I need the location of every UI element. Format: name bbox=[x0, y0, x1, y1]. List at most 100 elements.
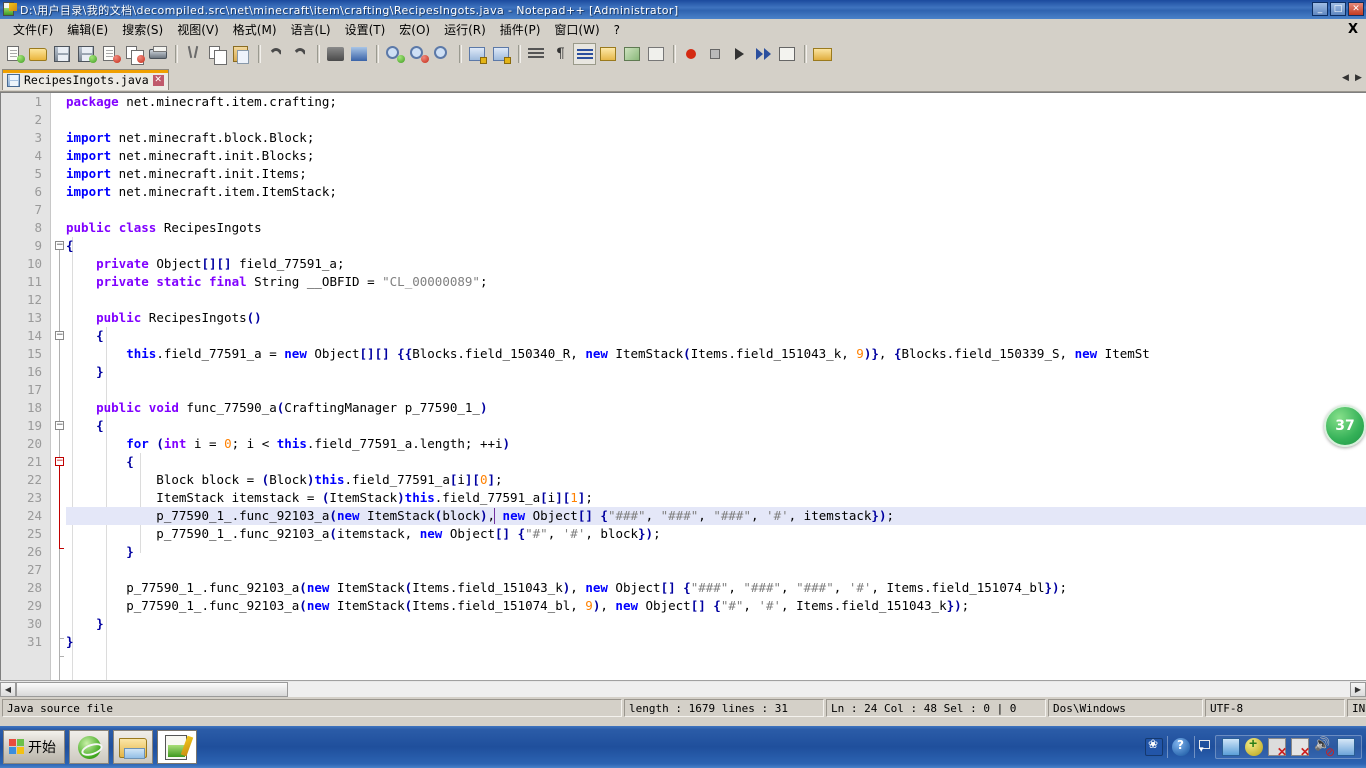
menu-item-macro[interactable]: 宏(O) bbox=[392, 19, 437, 40]
tab-scroll-left-icon[interactable]: ◀ bbox=[1340, 71, 1351, 86]
zoom-out-icon[interactable] bbox=[407, 43, 430, 65]
close-file-icon[interactable] bbox=[99, 43, 122, 65]
code-line[interactable]: public void func_77590_a(CraftingManager… bbox=[66, 399, 1366, 417]
sync-vertical-scroll-icon[interactable] bbox=[466, 43, 489, 65]
notepad-plus-plus-taskbar-icon[interactable] bbox=[157, 730, 197, 764]
document-map-icon[interactable] bbox=[621, 43, 644, 65]
menu-item-search[interactable]: 搜索(S) bbox=[115, 19, 170, 40]
code-line[interactable]: import net.minecraft.block.Block; bbox=[66, 129, 1366, 147]
save-icon[interactable] bbox=[51, 43, 74, 65]
copy-icon[interactable] bbox=[206, 43, 229, 65]
show-hidden-icons-icon[interactable] bbox=[1199, 738, 1211, 756]
notification-badge[interactable]: 37 bbox=[1324, 405, 1366, 447]
code-line[interactable]: Block block = (Block)this.field_77591_a[… bbox=[66, 471, 1366, 489]
new-file-icon[interactable] bbox=[3, 43, 26, 65]
show-indent-guide-icon[interactable] bbox=[573, 43, 596, 65]
save-all-icon[interactable] bbox=[75, 43, 98, 65]
menu-item-view[interactable]: 视图(V) bbox=[170, 19, 226, 40]
code-line[interactable]: p_77590_1_.func_92103_a(itemstack, new O… bbox=[66, 525, 1366, 543]
fold-marker-line-21[interactable]: − bbox=[55, 457, 64, 466]
scroll-right-icon[interactable]: ▶ bbox=[1350, 681, 1366, 697]
code-line[interactable]: for (int i = 0; i < this.field_77591_a.l… bbox=[66, 435, 1366, 453]
redo-icon[interactable] bbox=[289, 43, 312, 65]
code-line[interactable]: this.field_77591_a = new Object[][] {{Bl… bbox=[66, 345, 1366, 363]
start-button[interactable]: 开始 bbox=[3, 730, 65, 764]
close-all-icon[interactable] bbox=[123, 43, 146, 65]
scrollbar-thumb[interactable] bbox=[16, 681, 288, 697]
code-line[interactable]: private Object[][] field_77591_a; bbox=[66, 255, 1366, 273]
sync-horizontal-scroll-icon[interactable] bbox=[490, 43, 513, 65]
code-line[interactable]: import net.minecraft.init.Blocks; bbox=[66, 147, 1366, 165]
minimize-button[interactable]: _ bbox=[1312, 2, 1328, 16]
replace-icon[interactable] bbox=[348, 43, 371, 65]
code-line[interactable]: { bbox=[66, 327, 1366, 345]
close-button[interactable]: ✕ bbox=[1348, 2, 1364, 16]
code-line[interactable]: p_77590_1_.func_92103_a(new ItemStack(It… bbox=[66, 597, 1366, 615]
zoom-restore-icon[interactable] bbox=[431, 43, 454, 65]
maximize-button[interactable]: □ bbox=[1330, 2, 1346, 16]
display-tray-icon[interactable] bbox=[1337, 738, 1355, 756]
code-line[interactable]: { bbox=[66, 237, 1366, 255]
menu-item-edit[interactable]: 编辑(E) bbox=[60, 19, 115, 40]
save-macro-icon[interactable] bbox=[776, 43, 799, 65]
code-line[interactable]: ItemStack itemstack = (ItemStack)this.fi… bbox=[66, 489, 1366, 507]
print-icon[interactable] bbox=[147, 43, 170, 65]
fold-marker-line-14[interactable]: − bbox=[55, 331, 64, 340]
stop-recording-icon[interactable] bbox=[704, 43, 727, 65]
menu-item-language[interactable]: 语言(L) bbox=[284, 19, 338, 40]
code-line[interactable] bbox=[66, 291, 1366, 309]
menu-item-format[interactable]: 格式(M) bbox=[226, 19, 284, 40]
word-wrap-icon[interactable] bbox=[525, 43, 548, 65]
tab-scroll-right-icon[interactable]: ▶ bbox=[1353, 71, 1364, 86]
menu-item-plugins[interactable]: 插件(P) bbox=[493, 19, 548, 40]
code-line[interactable]: p_77590_1_.func_92103_a(new ItemStack(It… bbox=[66, 579, 1366, 597]
network-disconnected-icon[interactable] bbox=[1268, 738, 1287, 759]
show-all-characters-icon[interactable]: ¶ bbox=[549, 43, 572, 65]
code-line[interactable]: package net.minecraft.item.crafting; bbox=[66, 93, 1366, 111]
file-explorer-icon[interactable] bbox=[113, 730, 153, 764]
menu-item-help[interactable]: ? bbox=[607, 21, 627, 39]
code-line[interactable]: public class RecipesIngots bbox=[66, 219, 1366, 237]
internet-explorer-icon[interactable] bbox=[69, 730, 109, 764]
open-file-icon[interactable] bbox=[27, 43, 50, 65]
code-text-area[interactable]: package net.minecraft.item.crafting; impo… bbox=[66, 93, 1366, 680]
undo-icon[interactable] bbox=[265, 43, 288, 65]
code-line[interactable]: public RecipesIngots() bbox=[66, 309, 1366, 327]
code-line[interactable]: import net.minecraft.init.Items; bbox=[66, 165, 1366, 183]
scroll-left-icon[interactable]: ◀ bbox=[0, 681, 16, 697]
code-folding-column[interactable]: − − − − bbox=[52, 93, 66, 680]
code-line[interactable]: import net.minecraft.item.ItemStack; bbox=[66, 183, 1366, 201]
code-line[interactable]: private static final String __OBFID = "C… bbox=[66, 273, 1366, 291]
tab-recipesingots-java[interactable]: RecipesIngots.java ✕ bbox=[2, 69, 169, 90]
code-line[interactable] bbox=[66, 381, 1366, 399]
code-line[interactable]: } bbox=[66, 615, 1366, 633]
image-tray-icon[interactable] bbox=[1222, 738, 1240, 756]
code-editor[interactable]: 1 2 3 4 5 6 7 8 9 10 11 12 13 14 15 16 17 18 19 20 21 22 23 24 2… bbox=[0, 92, 1366, 680]
scrollbar-track[interactable] bbox=[16, 681, 1350, 697]
code-line[interactable]: { bbox=[66, 453, 1366, 471]
device-removed-icon[interactable] bbox=[1291, 738, 1310, 759]
code-line[interactable]: } bbox=[66, 633, 1366, 651]
tab-close-icon[interactable]: ✕ bbox=[152, 74, 164, 86]
code-line[interactable] bbox=[66, 561, 1366, 579]
user-defined-language-icon[interactable] bbox=[597, 43, 620, 65]
horizontal-scrollbar[interactable]: ◀ ▶ bbox=[0, 680, 1366, 697]
fold-marker-line-9[interactable]: − bbox=[55, 241, 64, 250]
zoom-in-icon[interactable] bbox=[383, 43, 406, 65]
code-line[interactable] bbox=[66, 201, 1366, 219]
play-macro-icon[interactable] bbox=[728, 43, 751, 65]
menu-item-file[interactable]: 文件(F) bbox=[6, 19, 60, 40]
code-line[interactable] bbox=[66, 111, 1366, 129]
fold-marker-line-19[interactable]: − bbox=[55, 421, 64, 430]
close-document-button[interactable]: X bbox=[1348, 22, 1358, 37]
volume-muted-icon[interactable] bbox=[1314, 738, 1335, 759]
menu-item-window[interactable]: 窗口(W) bbox=[547, 19, 606, 40]
record-macro-icon[interactable] bbox=[680, 43, 703, 65]
help-tray-icon[interactable] bbox=[1172, 738, 1190, 756]
function-list-icon[interactable] bbox=[645, 43, 668, 65]
code-line[interactable]: } bbox=[66, 543, 1366, 561]
code-line[interactable]: p_77590_1_.func_92103_a(new ItemStack(bl… bbox=[66, 507, 1366, 525]
code-line[interactable]: } bbox=[66, 363, 1366, 381]
run-icon[interactable] bbox=[811, 43, 834, 65]
paw-tray-icon[interactable] bbox=[1145, 737, 1163, 756]
